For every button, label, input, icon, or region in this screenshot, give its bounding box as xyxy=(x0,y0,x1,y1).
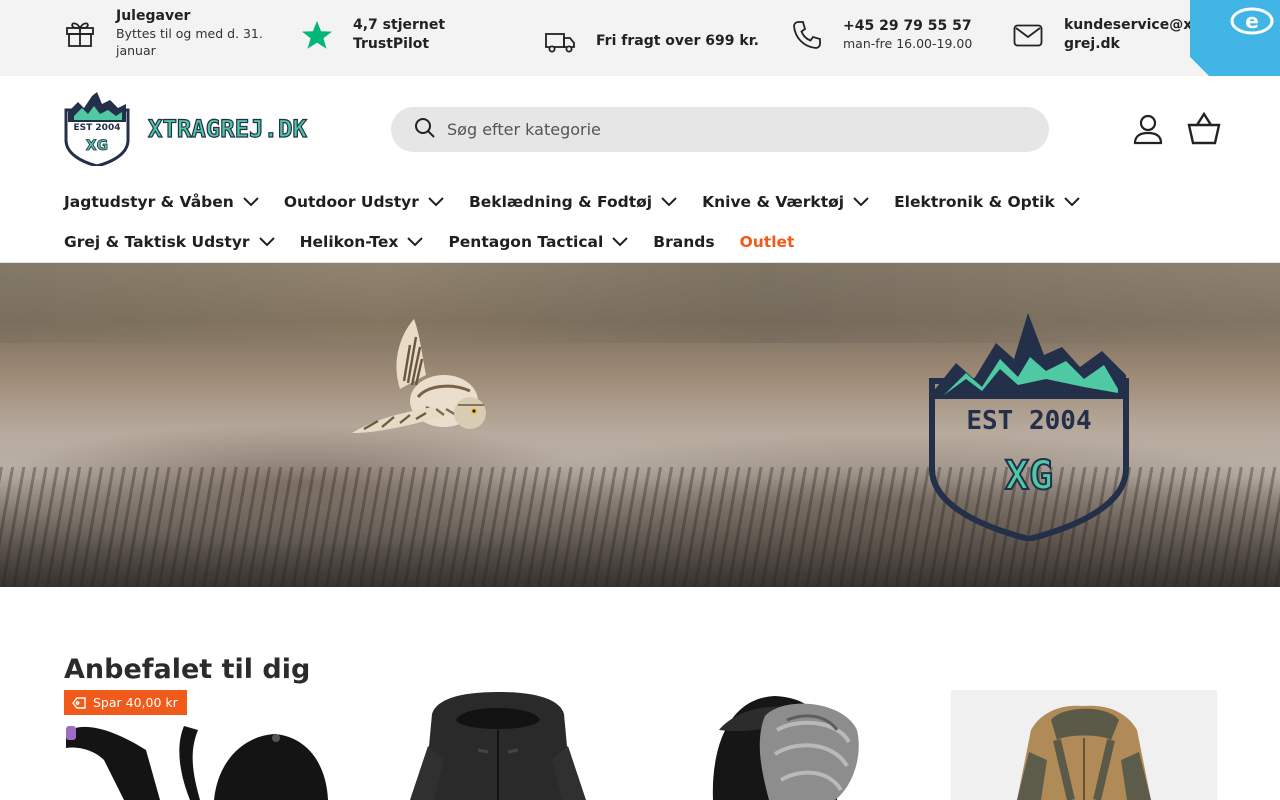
nav-item-label: Beklædning & Fodtøj xyxy=(468,193,653,211)
search-input[interactable] xyxy=(447,120,1007,139)
hero-banner[interactable]: EST 2004 XG xyxy=(0,263,1280,587)
info-shipping: Fri fragt over 699 kr. xyxy=(544,25,759,57)
info-phone-hours: man-fre 16.00-19.00 xyxy=(843,35,973,51)
phone-icon xyxy=(791,19,823,51)
star-icon xyxy=(301,19,333,51)
nav-item-label: Pentagon Tactical xyxy=(448,233,604,251)
product-image xyxy=(410,692,586,800)
chevron-down-icon xyxy=(1064,197,1080,207)
nav-item-beklaedning[interactable]: Beklædning & Fodtøj xyxy=(469,193,677,211)
mail-icon xyxy=(1012,19,1044,51)
main-nav-row-2: Grej & Taktisk Udstyr Helikon-Tex Pentag… xyxy=(64,230,1224,254)
info-phone-number: +45 29 79 55 57 xyxy=(843,18,972,34)
chevron-down-icon xyxy=(243,197,259,207)
site-logo[interactable]: EST 2004 XG XTRAGREJ.DK xyxy=(64,92,316,168)
chevron-down-icon xyxy=(407,237,424,247)
nav-item-brands[interactable]: Brands xyxy=(653,233,714,251)
badge-monogram: XG xyxy=(1005,453,1053,499)
product-card-fur-hat[interactable] xyxy=(657,690,923,800)
product-image xyxy=(712,696,859,800)
info-rating-title: 4,7 stjernet TrustPilot xyxy=(353,17,446,52)
truck-icon xyxy=(544,25,576,57)
nav-item-helikon-tex[interactable]: Helikon-Tex xyxy=(300,233,424,251)
nav-item-label: Elektronik & Optik xyxy=(894,193,1055,211)
nav-item-jagtudstyr[interactable]: Jagtudstyr & Våben xyxy=(64,193,259,211)
product-card-coyote-jacket[interactable] xyxy=(951,690,1217,800)
person-icon[interactable] xyxy=(1131,112,1165,146)
logo-wordmark: XTRAGREJ.DK xyxy=(148,115,307,143)
chevron-down-icon xyxy=(612,237,629,247)
nav-item-label: Grej & Taktisk Udstyr xyxy=(64,233,250,251)
search-icon[interactable] xyxy=(413,116,437,144)
nav-item-knive[interactable]: Knive & Værktøj xyxy=(702,193,869,211)
chevron-down-icon xyxy=(661,197,677,207)
info-gifts-title: Julegaver xyxy=(116,8,191,24)
nav-item-label: Outdoor Udstyr xyxy=(283,193,419,211)
owl-image xyxy=(352,319,486,433)
main-nav-row-1: Jagtudstyr & Våben Outdoor Udstyr Beklæd… xyxy=(64,190,1224,214)
e-mark-badge[interactable]: e xyxy=(1190,0,1280,76)
chevron-down-icon xyxy=(428,197,444,207)
info-email[interactable]: kundeservice@xtragrej.dk xyxy=(1012,16,1216,54)
est-2004-badge: EST 2004 XG xyxy=(929,313,1129,541)
nav-item-grej-taktisk[interactable]: Grej & Taktisk Udstyr xyxy=(64,233,275,251)
nav-item-label: Helikon-Tex xyxy=(299,233,399,251)
product-image xyxy=(1017,705,1151,800)
info-gifts-subtitle: Byttes til og med d. 31. januar xyxy=(116,25,263,58)
e-mark-icon: e xyxy=(1230,7,1274,35)
chevron-down-icon xyxy=(258,237,275,247)
nav-item-label: Jagtudstyr & Våben xyxy=(64,193,234,211)
basket-icon[interactable] xyxy=(1186,111,1222,146)
info-shipping-title: Fri fragt over 699 kr. xyxy=(596,32,759,49)
info-gifts: Julegaver Byttes til og med d. 31. janua… xyxy=(64,7,266,60)
badge-est: EST 2004 xyxy=(966,406,1091,436)
info-bar: Julegaver Byttes til og med d. 31. janua… xyxy=(0,0,1280,76)
nav-item-label: Brands xyxy=(653,233,715,251)
sale-badge: Spar 40,00 kr xyxy=(64,690,187,715)
logo-est: EST 2004 xyxy=(74,123,121,133)
sale-badge-label: Spar 40,00 kr xyxy=(93,695,178,710)
nav-item-label: Knive & Værktøj xyxy=(702,193,845,211)
svg-text:e: e xyxy=(1245,9,1259,33)
nav-item-outdoor[interactable]: Outdoor Udstyr xyxy=(284,193,444,211)
nav-item-label: Outlet xyxy=(739,233,795,251)
gift-icon xyxy=(64,17,96,49)
info-phone[interactable]: +45 29 79 55 57 man-fre 16.00-19.00 xyxy=(791,17,972,53)
product-card-black-jacket[interactable] xyxy=(362,690,628,800)
section-title-recommended: Anbefalet til dig xyxy=(64,654,311,685)
tag-icon xyxy=(72,696,86,709)
nav-item-elektronik[interactable]: Elektronik & Optik xyxy=(894,193,1080,211)
info-rating[interactable]: 4,7 stjernet TrustPilot xyxy=(301,16,463,54)
logo-monogram: XG xyxy=(86,138,108,154)
nav-item-outlet[interactable]: Outlet xyxy=(740,233,795,251)
chevron-down-icon xyxy=(853,197,869,207)
nav-item-pentagon[interactable]: Pentagon Tactical xyxy=(448,233,629,251)
search-bar[interactable] xyxy=(391,107,1049,152)
